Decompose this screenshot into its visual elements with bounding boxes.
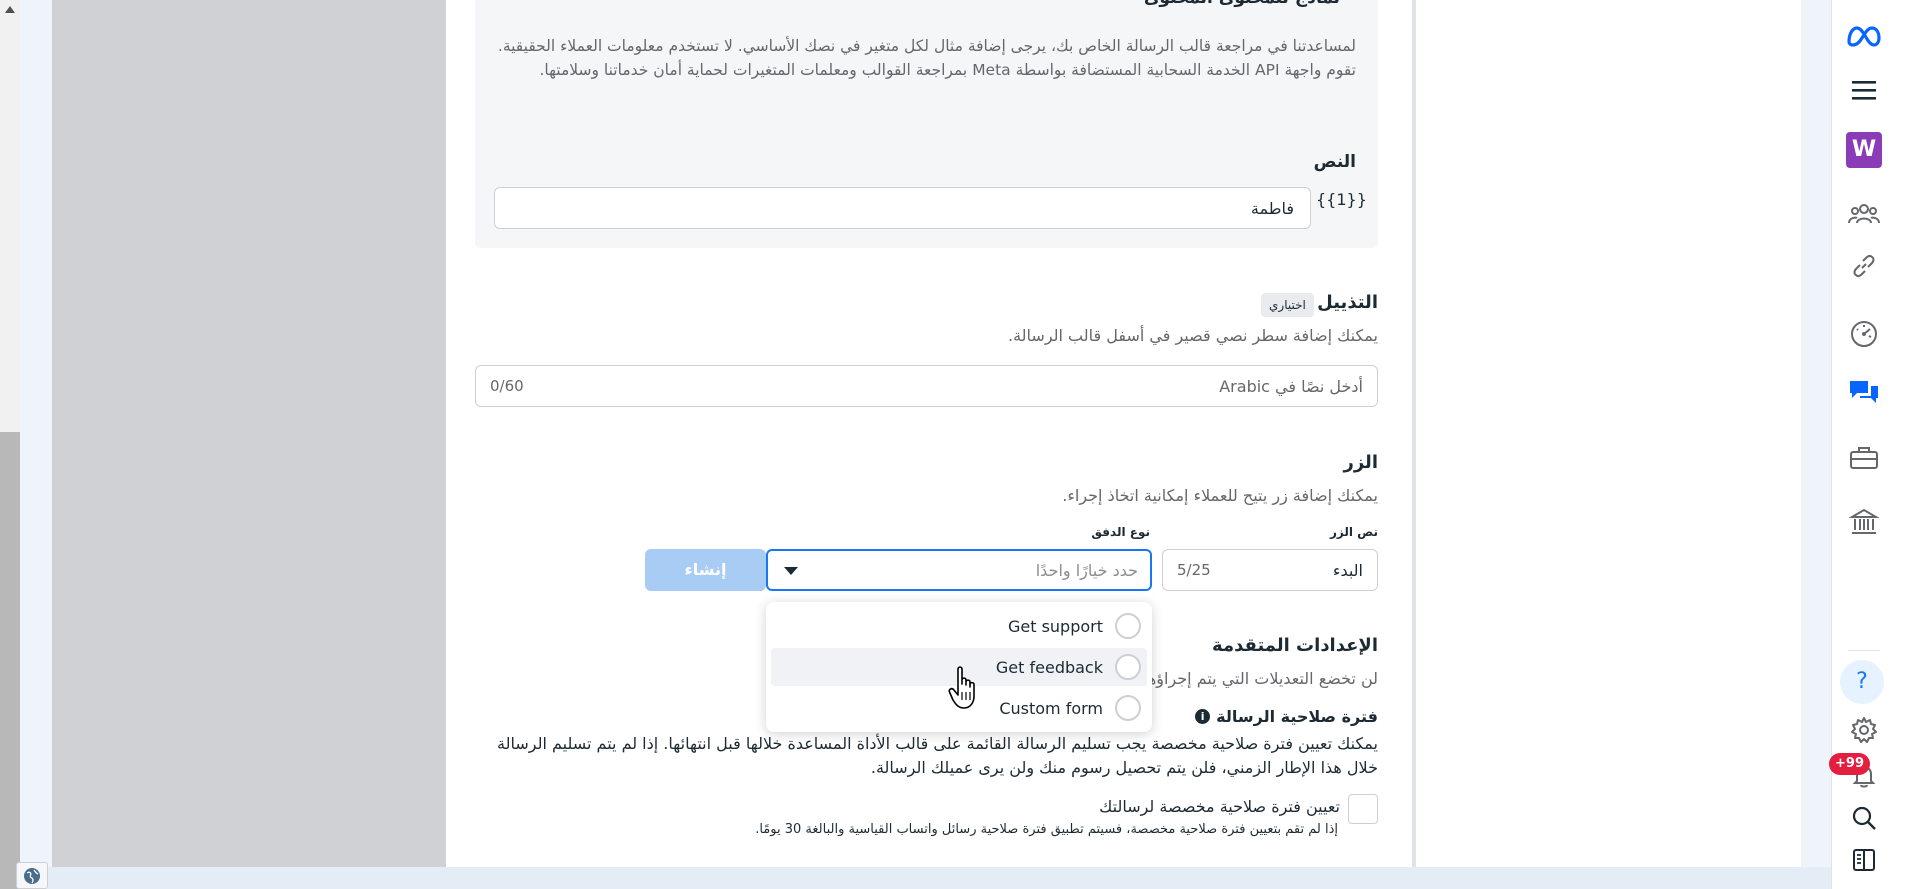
sample-content-section: نماذج للمحتوى المحتوى لمساعدتنا في مراجع… xyxy=(475,0,1378,248)
globe-icon xyxy=(24,867,40,884)
notification-badge: +99 xyxy=(1829,753,1870,775)
search-icon[interactable] xyxy=(1846,800,1882,836)
advanced-settings-title: الإعدادات المتقدمة xyxy=(1212,635,1378,656)
preview-panel xyxy=(1416,0,1801,867)
option-label: Custom form xyxy=(999,698,1103,718)
help-icon[interactable]: ? xyxy=(1840,660,1884,704)
custom-validity-note: إذا لم تقم بتعيين فترة صلاحية مخصصة، فسي… xyxy=(755,822,1338,837)
menu-icon[interactable] xyxy=(1846,72,1882,108)
option-label: Get feedback xyxy=(995,657,1103,677)
footer-char-count: 0/60 xyxy=(490,377,524,395)
page-scrollbar[interactable] xyxy=(0,0,20,889)
radio-button[interactable] xyxy=(1115,654,1141,680)
variable-token: {{1}} xyxy=(1316,190,1367,209)
bottom-bar xyxy=(20,867,1831,889)
hand-cursor-icon xyxy=(948,666,975,709)
radio-button[interactable] xyxy=(1115,695,1141,721)
custom-validity-label: تعيين فترة صلاحية مخصصة لرسالتك xyxy=(1099,797,1340,816)
flow-type-select[interactable]: حدد خيارًا واحدًا xyxy=(766,549,1152,591)
scrollbar-thumb[interactable] xyxy=(0,432,20,889)
body-label: النص xyxy=(1313,152,1356,172)
validity-title-text: فترة صلاحية الرسالة xyxy=(1216,707,1378,726)
footer-text-input[interactable]: أدخل نصًا في Arabic 0/60 xyxy=(475,365,1378,407)
optional-badge: اختياري xyxy=(1261,293,1314,317)
option-label: Get support xyxy=(1007,616,1103,636)
briefcase-icon[interactable] xyxy=(1846,440,1882,476)
chat-icon[interactable] xyxy=(1846,374,1882,410)
settings-icon[interactable] xyxy=(1846,712,1882,748)
bank-icon[interactable] xyxy=(1846,504,1882,540)
button-text-input[interactable]: البدء 5/25 xyxy=(1162,549,1378,591)
people-icon[interactable] xyxy=(1846,196,1882,232)
validity-title: فترة صلاحية الرسالة i xyxy=(1195,707,1378,726)
flow-select-placeholder: حدد خيارًا واحدًا xyxy=(1035,561,1138,580)
meta-logo-icon[interactable] xyxy=(1846,18,1882,54)
flow-type-label: نوع الدفق xyxy=(1091,525,1150,539)
variable-sample-input[interactable] xyxy=(494,187,1311,229)
link-icon[interactable] xyxy=(1846,248,1882,284)
sample-section-title: نماذج للمحتوى المحتوى xyxy=(1144,0,1340,8)
footer-input-placeholder: أدخل نصًا في Arabic xyxy=(1219,377,1363,396)
button-text-count: 5/25 xyxy=(1177,561,1211,579)
workspace-avatar[interactable]: W xyxy=(1846,132,1882,168)
custom-validity-checkbox[interactable] xyxy=(1348,794,1378,824)
footer-title: التذييل xyxy=(1317,292,1378,313)
validity-description: يمكنك تعيين فترة صلاحية مخصصة يجب تسليم … xyxy=(497,734,1378,777)
background-strip xyxy=(20,0,52,867)
button-section-description: يمكنك إضافة زر يتيح للعملاء إمكانية اتخا… xyxy=(1062,486,1378,505)
sample-section-description: لمساعدتنا في مراجعة قالب الرسالة الخاص ب… xyxy=(497,37,1356,79)
button-text-value: البدء xyxy=(1332,561,1363,580)
left-gray-column xyxy=(52,0,446,867)
workspace-initial: W xyxy=(1846,132,1882,168)
button-section-title: الزر xyxy=(1343,452,1379,473)
sidebar-gap xyxy=(1801,0,1831,889)
radio-button[interactable] xyxy=(1115,613,1141,639)
info-icon[interactable]: i xyxy=(1195,709,1211,724)
dropdown-option-get-support[interactable]: Get support xyxy=(771,607,1147,645)
footer-description: يمكنك إضافة سطر نصي قصير في أسفل قالب ال… xyxy=(1008,326,1378,345)
language-button[interactable] xyxy=(16,862,48,889)
create-button[interactable]: إنشاء xyxy=(645,549,766,591)
button-text-label: نص الزر xyxy=(1329,525,1378,539)
scroll-up-arrow-icon[interactable] xyxy=(5,6,15,13)
gauge-icon[interactable] xyxy=(1846,316,1882,352)
chevron-down-icon xyxy=(784,567,798,575)
panel-icon[interactable] xyxy=(1846,842,1882,878)
sidebar-separator xyxy=(1848,650,1880,651)
